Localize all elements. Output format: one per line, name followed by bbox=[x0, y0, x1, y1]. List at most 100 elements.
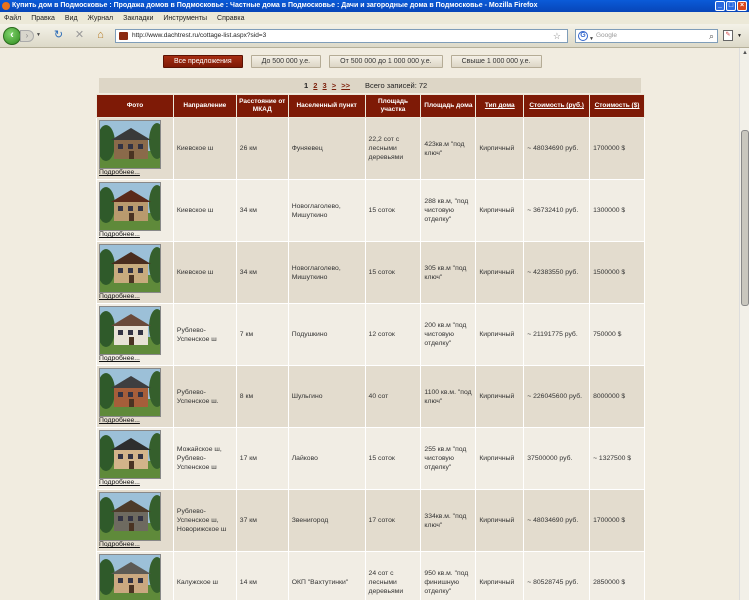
more-details-link[interactable]: Подробнее... bbox=[99, 417, 172, 425]
table-row: Подробнее... Рублево-Успенское ш, Новориж… bbox=[96, 489, 645, 552]
photo-cell: Подробнее... bbox=[96, 551, 174, 600]
more-details-link[interactable]: Подробнее... bbox=[99, 541, 172, 549]
distance-cell: 34 км bbox=[235, 179, 289, 242]
sort-price-rub[interactable]: Стоимость (руб.) bbox=[523, 94, 591, 118]
house-photo[interactable] bbox=[99, 368, 161, 417]
site-favicon-icon bbox=[119, 32, 128, 40]
distance-cell: 26 км bbox=[235, 117, 289, 180]
distance-cell: 7 км bbox=[235, 303, 289, 366]
bookmark-star-icon[interactable]: ☆ bbox=[553, 30, 561, 42]
search-input[interactable]: G ▼ Google ⌕ bbox=[575, 29, 718, 43]
menu-view[interactable]: Вид bbox=[65, 15, 78, 22]
addon-icon[interactable]: ✎ bbox=[723, 30, 733, 41]
house-photo[interactable] bbox=[99, 554, 161, 600]
house-photo[interactable] bbox=[99, 492, 161, 541]
filter-over-1m-button[interactable]: Свыше 1 000 000 у.е. bbox=[450, 55, 542, 68]
photo-cell: Подробнее... bbox=[96, 117, 174, 180]
address-bar[interactable]: http://www.dachtrest.ru/cottage-list.asp… bbox=[115, 29, 568, 43]
house-area-cell: 255 кв.м "под чистовую отделку" bbox=[420, 427, 477, 490]
price-rub-cell: ~ 42383550 руб. bbox=[523, 241, 591, 304]
house-type-cell: Кирпичный bbox=[475, 551, 525, 600]
distance-cell: 17 км bbox=[235, 427, 289, 490]
house-type-cell: Кирпичный bbox=[475, 241, 525, 304]
house-photo[interactable] bbox=[99, 120, 161, 169]
sort-house-type[interactable]: Тип дома bbox=[475, 94, 525, 118]
scroll-thumb[interactable] bbox=[741, 130, 749, 306]
table-row: Подробнее... Рублево-Успенское ш. 8 км Шуль… bbox=[96, 365, 645, 428]
page-3-link[interactable]: 3 bbox=[323, 81, 327, 90]
price-usd-cell: 1300000 $ bbox=[589, 179, 645, 242]
filter-all-button[interactable]: Все предложения bbox=[163, 55, 243, 68]
price-rub-cell: ~ 80528745 руб. bbox=[523, 551, 591, 600]
history-dropdown-icon[interactable]: ▼ bbox=[36, 32, 41, 38]
window-titlebar: Купить дом в Подмосковье : Продажа домов… bbox=[0, 0, 749, 12]
price-rub-cell: 37500000 руб. bbox=[523, 427, 591, 490]
last-page-link[interactable]: >> bbox=[341, 81, 350, 90]
direction-cell: Рублево-Успенское ш bbox=[172, 303, 237, 366]
distance-cell: 34 км bbox=[235, 241, 289, 304]
search-icon[interactable]: ⌕ bbox=[709, 30, 714, 42]
house-photo[interactable] bbox=[99, 244, 161, 293]
menu-history[interactable]: Журнал bbox=[88, 15, 114, 22]
reload-icon[interactable]: ↻ bbox=[52, 29, 65, 42]
menu-help[interactable]: Справка bbox=[217, 15, 244, 22]
home-icon[interactable]: ⌂ bbox=[94, 29, 107, 42]
price-usd-cell: 1700000 $ bbox=[589, 489, 645, 552]
more-details-link[interactable]: Подробнее... bbox=[99, 169, 172, 177]
price-rub-cell: ~ 48034690 руб. bbox=[523, 117, 591, 180]
house-photo[interactable] bbox=[99, 430, 161, 479]
house-area-cell: 288 кв.м, "под чистовую отделку" bbox=[420, 179, 477, 242]
menu-bar: Файл Правка Вид Журнал Закладки Инструме… bbox=[0, 12, 749, 24]
locality-cell: Подушкино bbox=[287, 303, 366, 366]
menu-file[interactable]: Файл bbox=[4, 15, 21, 22]
more-details-link[interactable]: Подробнее... bbox=[99, 355, 172, 363]
maximize-button[interactable]: □ bbox=[726, 1, 736, 11]
menu-bookmarks[interactable]: Закладки bbox=[123, 15, 153, 22]
locality-cell: Звенигород bbox=[287, 489, 366, 552]
price-rub-cell: ~ 226045600 руб. bbox=[523, 365, 591, 428]
menu-tools[interactable]: Инструменты bbox=[163, 15, 207, 22]
distance-cell: 37 км bbox=[235, 489, 289, 552]
table-row: Подробнее... Киевское ш 26 км Фуняевец 22,2 … bbox=[96, 117, 645, 180]
house-type-cell: Кирпичный bbox=[475, 117, 525, 180]
house-type-cell: Кирпичный bbox=[475, 427, 525, 490]
close-button[interactable]: × bbox=[737, 1, 747, 11]
table-row: Подробнее... Рублево-Успенское ш7 км Подуш… bbox=[96, 303, 645, 366]
page-2-link[interactable]: 2 bbox=[313, 81, 317, 90]
minimize-button[interactable]: _ bbox=[715, 1, 725, 11]
house-area-cell: 334кв.м. "под ключ" bbox=[420, 489, 477, 552]
filter-500k-1m-button[interactable]: От 500 000 до 1 000 000 у.е. bbox=[329, 55, 443, 68]
next-page-link[interactable]: > bbox=[332, 81, 336, 90]
photo-cell: Подробнее... bbox=[96, 489, 174, 552]
more-details-link[interactable]: Подробнее... bbox=[99, 231, 172, 239]
google-icon[interactable]: G bbox=[578, 31, 588, 41]
direction-cell: Можайское ш, Рублево-Успенское ш bbox=[172, 427, 237, 490]
direction-cell: Калужское ш bbox=[172, 551, 237, 600]
direction-cell: Киевское ш bbox=[172, 179, 237, 242]
addon-dropdown-icon[interactable]: ▼ bbox=[737, 33, 742, 39]
sort-price-usd[interactable]: Стоимость ($) bbox=[589, 94, 645, 118]
search-engine-dropdown-icon[interactable]: ▼ bbox=[589, 33, 594, 45]
forward-button[interactable]: › bbox=[20, 30, 34, 42]
menu-edit[interactable]: Правка bbox=[31, 15, 55, 22]
scroll-up-icon[interactable]: ▲ bbox=[740, 48, 749, 58]
vertical-scrollbar[interactable]: ▲ bbox=[739, 48, 749, 600]
locality-cell: Лайково bbox=[287, 427, 366, 490]
more-details-link[interactable]: Подробнее... bbox=[99, 479, 172, 487]
filter-under-500k-button[interactable]: До 500 000 у.е. bbox=[250, 55, 322, 68]
price-rub-cell: ~ 36732410 руб. bbox=[523, 179, 591, 242]
col-direction: Направление bbox=[172, 94, 237, 118]
price-filters: Все предложения До 500 000 у.е. От 500 0… bbox=[163, 55, 542, 68]
locality-cell: Шульгино bbox=[287, 365, 366, 428]
back-button[interactable]: ‹ bbox=[3, 27, 21, 45]
more-details-link[interactable]: Подробнее... bbox=[99, 293, 172, 301]
locality-cell: Фуняевец bbox=[287, 117, 366, 180]
price-usd-cell: 1700000 $ bbox=[589, 117, 645, 180]
house-area-cell: 1100 кв.м. "под ключ" bbox=[420, 365, 477, 428]
house-photo[interactable] bbox=[99, 306, 161, 355]
price-usd-cell: 8000000 $ bbox=[589, 365, 645, 428]
table-row: Подробнее... Киевское ш 34 км Новоглаголево… bbox=[96, 179, 645, 242]
plot-area-cell: 15 соток bbox=[364, 179, 422, 242]
stop-icon[interactable]: ✕ bbox=[73, 29, 86, 42]
house-photo[interactable] bbox=[99, 182, 161, 231]
